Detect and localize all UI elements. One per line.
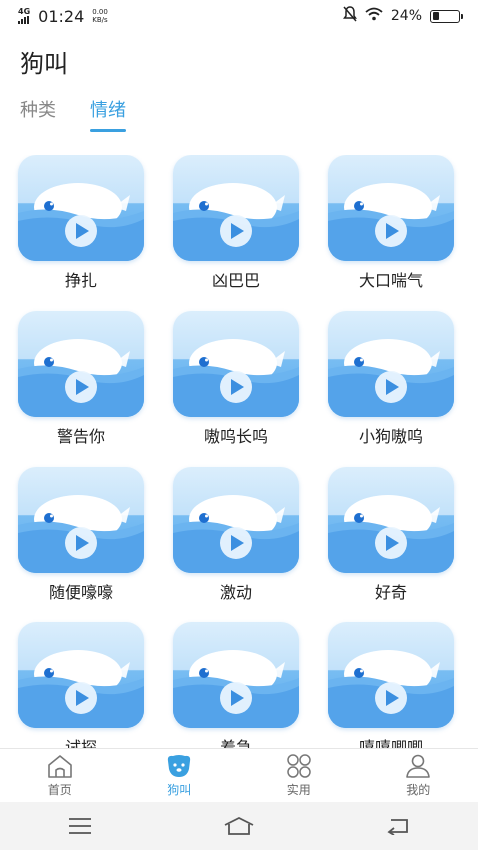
page-title: 狗叫	[20, 50, 68, 78]
sound-card[interactable]: 挣扎	[18, 155, 144, 291]
sound-thumbnail[interactable]	[173, 467, 299, 573]
whale-play-icon	[328, 650, 454, 728]
whale-play-icon	[18, 183, 144, 261]
back-icon	[387, 819, 409, 835]
sound-thumbnail[interactable]	[328, 311, 454, 417]
whale-play-icon	[18, 650, 144, 728]
sound-thumbnail[interactable]	[173, 311, 299, 417]
signal-icon: 4G	[18, 8, 30, 24]
nav-tools[interactable]: 实用	[239, 749, 359, 802]
sound-thumbnail[interactable]	[328, 622, 454, 728]
sound-thumbnail[interactable]	[18, 155, 144, 261]
network-type: 4G	[18, 7, 31, 16]
sound-card[interactable]: 好奇	[328, 467, 454, 603]
network-speed: 0.00 KB/s	[92, 8, 108, 24]
wifi-icon	[365, 7, 383, 25]
bottom-nav: 首页 狗叫 实用 我的	[0, 748, 478, 802]
sound-card[interactable]: 随便嚎嚎	[18, 467, 144, 603]
whale-play-icon	[18, 495, 144, 573]
sound-card[interactable]: 警告你	[18, 311, 144, 447]
sound-thumbnail[interactable]	[173, 622, 299, 728]
battery-icon	[430, 9, 463, 23]
mute-icon	[342, 6, 357, 26]
user-icon	[406, 754, 431, 778]
status-time: 01:24	[38, 6, 85, 26]
system-nav-bar	[0, 802, 478, 850]
sound-label: 嗷呜长呜	[203, 427, 268, 446]
nav-home[interactable]: 首页	[0, 749, 120, 802]
sound-thumbnail[interactable]	[328, 467, 454, 573]
tab-bar: 种类 情绪	[20, 96, 126, 132]
sound-card[interactable]: 嗷呜长呜	[173, 311, 299, 447]
whale-play-icon	[173, 183, 299, 261]
whale-play-icon	[328, 495, 454, 573]
sound-thumbnail[interactable]	[18, 622, 144, 728]
whale-play-icon	[173, 495, 299, 573]
sound-label: 着急	[219, 738, 252, 748]
sound-label: 大口喘气	[358, 271, 423, 290]
sound-label: 激动	[219, 583, 252, 602]
sound-card[interactable]: 着急	[173, 622, 299, 748]
back-button[interactable]	[378, 811, 418, 841]
whale-play-icon	[18, 339, 144, 417]
nav-profile[interactable]: 我的	[359, 749, 478, 802]
system-home-icon	[224, 816, 254, 835]
dog-icon	[168, 755, 191, 777]
nav-tools-label: 实用	[286, 783, 311, 797]
sound-card[interactable]: 小狗嗷呜	[328, 311, 454, 447]
home-button[interactable]	[219, 811, 259, 841]
whale-play-icon	[328, 183, 454, 261]
whale-play-icon	[328, 339, 454, 417]
sound-card[interactable]: 激动	[173, 467, 299, 603]
sound-thumbnail[interactable]	[173, 155, 299, 261]
tab-emotions[interactable]: 情绪	[90, 96, 126, 132]
sound-card[interactable]: 大口喘气	[328, 155, 454, 291]
whale-play-icon	[173, 339, 299, 417]
menu-icon	[68, 818, 91, 834]
sound-label: 随便嚎嚎	[48, 583, 113, 602]
sound-card[interactable]: 嘻嘻唧唧	[328, 622, 454, 748]
sound-thumbnail[interactable]	[18, 311, 144, 417]
battery-percent: 24%	[390, 8, 422, 24]
sound-grid: 挣扎 凶巴巴 大口喘气 警告你 嗷呜长呜 小狗嗷呜 随便嚎嚎 激动 好奇 试探 …	[0, 155, 478, 748]
nav-dog-bark-label: 狗叫	[167, 783, 192, 797]
nav-dog-bark[interactable]: 狗叫	[120, 749, 240, 802]
nav-profile-label: 我的	[406, 783, 431, 797]
grid-icon	[287, 754, 311, 778]
sound-label: 警告你	[56, 427, 105, 446]
sound-thumbnail[interactable]	[18, 467, 144, 573]
menu-button[interactable]	[60, 811, 100, 841]
sound-label: 挣扎	[64, 271, 97, 290]
status-bar: 4G 01:24 0.00 KB/s 24%	[0, 0, 478, 32]
sound-label: 试探	[64, 738, 97, 748]
nav-home-label: 首页	[47, 783, 72, 797]
sound-label: 嘻嘻唧唧	[358, 738, 423, 748]
home-icon	[47, 755, 72, 778]
whale-play-icon	[173, 650, 299, 728]
sound-card[interactable]: 试探	[18, 622, 144, 748]
tab-breeds[interactable]: 种类	[20, 96, 56, 132]
sound-card[interactable]: 凶巴巴	[173, 155, 299, 291]
sound-label: 好奇	[374, 583, 407, 602]
sound-thumbnail[interactable]	[328, 155, 454, 261]
sound-label: 凶巴巴	[211, 271, 260, 290]
sound-label: 小狗嗷呜	[358, 427, 423, 446]
